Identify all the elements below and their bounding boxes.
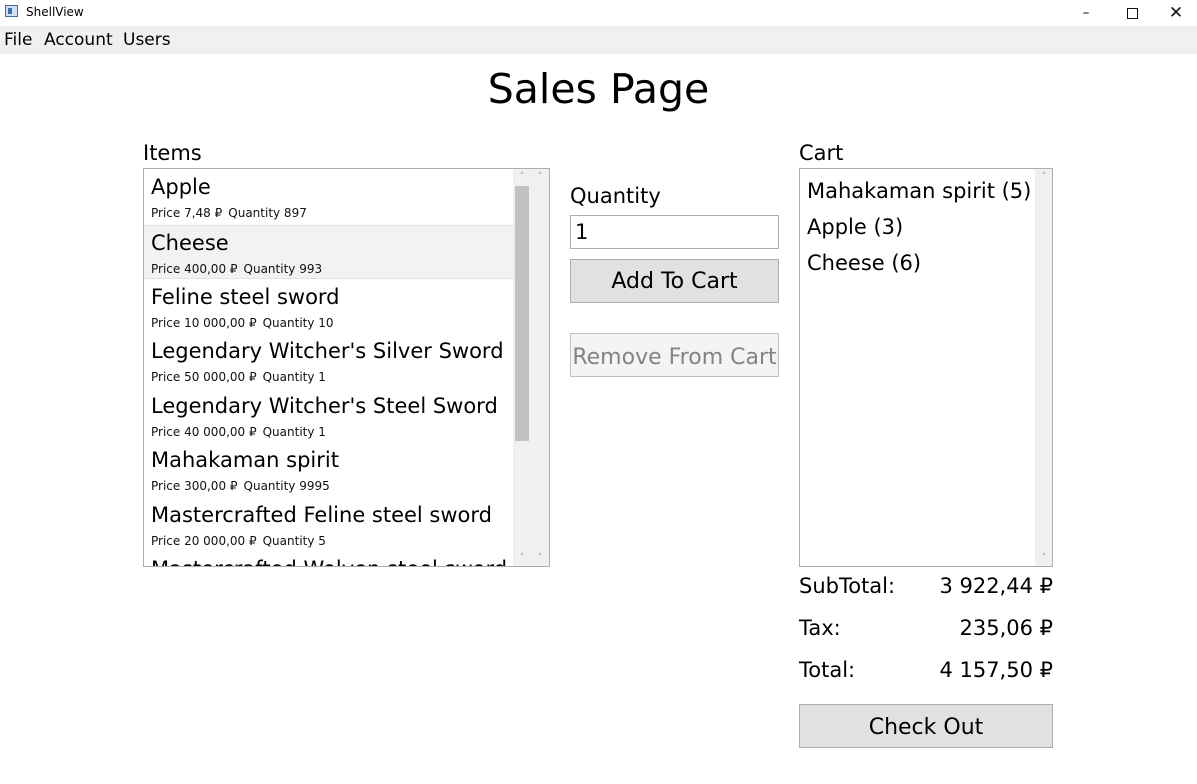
item-price: Price 7,48 ₽ xyxy=(151,206,223,220)
item-price: Price 300,00 ₽ xyxy=(151,479,238,493)
list-item[interactable]: Feline steel sword Price 10 000,00 ₽ Quan… xyxy=(144,279,514,333)
scroll-down-arrow-icon[interactable]: ˅ xyxy=(531,550,549,566)
menu-users[interactable]: Users xyxy=(123,30,171,50)
subtotal-label: SubTotal: xyxy=(799,574,896,598)
item-info: Price 10 000,00 ₽ Quantity 10 xyxy=(151,316,340,330)
items-label: Items xyxy=(143,141,202,165)
item-quantity: Quantity 5 xyxy=(262,534,326,548)
cart-item[interactable]: Cheese (6) xyxy=(807,250,921,276)
close-icon: ✕ xyxy=(1168,3,1184,23)
item-info: Price 40 000,00 ₽ Quantity 1 xyxy=(151,425,332,439)
minimize-button[interactable]: – xyxy=(1063,0,1109,26)
check-out-button[interactable]: Check Out xyxy=(799,704,1053,748)
maximize-button[interactable] xyxy=(1109,0,1155,26)
list-item[interactable]: Mastercrafted Wolven steel sword xyxy=(144,551,514,566)
total-label: Total: xyxy=(799,658,856,682)
list-item-selected[interactable]: Cheese Price 400,00 ₽ Quantity 993 xyxy=(144,225,514,279)
items-list[interactable]: Apple Price 7,48 ₽ Quantity 897 Cheese Pr… xyxy=(143,168,550,567)
tax-value: 235,06 ₽ xyxy=(959,616,1053,640)
menu-file[interactable]: File xyxy=(4,30,32,50)
item-name: Legendary Witcher's Steel Sword xyxy=(151,394,498,418)
item-info: Price 7,48 ₽ Quantity 897 xyxy=(151,206,313,220)
menu-account[interactable]: Account xyxy=(44,30,113,50)
page-title: Sales Page xyxy=(487,65,710,113)
quantity-input[interactable]: 1 xyxy=(570,215,779,249)
item-name: Legendary Witcher's Silver Sword xyxy=(151,339,504,363)
tax-label: Tax: xyxy=(799,616,841,640)
item-name: Mastercrafted Feline steel sword xyxy=(151,503,492,527)
scroll-down-arrow-icon[interactable]: ˅ xyxy=(513,550,531,566)
cart-list[interactable]: Mahakaman spirit (5) Apple (3) Cheese (6… xyxy=(799,168,1053,567)
item-name: Mahakaman spirit xyxy=(151,448,339,472)
item-name: Feline steel sword xyxy=(151,285,340,309)
scroll-down-arrow-icon[interactable]: ˅ xyxy=(1035,550,1052,566)
item-name: Mastercrafted Wolven steel sword xyxy=(151,556,507,566)
scroll-thumb[interactable] xyxy=(515,186,529,441)
maximize-icon xyxy=(1126,7,1138,19)
cart-scrollbar[interactable]: ˄ ˅ xyxy=(1035,169,1052,566)
item-price: Price 400,00 ₽ xyxy=(151,262,238,276)
quantity-label: Quantity xyxy=(570,184,661,208)
subtotal-value: 3 922,44 ₽ xyxy=(939,574,1053,598)
add-to-cart-button[interactable]: Add To Cart xyxy=(570,259,779,303)
minimize-icon: – xyxy=(1082,5,1090,21)
item-info: Price 50 000,00 ₽ Quantity 1 xyxy=(151,370,332,384)
cart-item[interactable]: Mahakaman spirit (5) xyxy=(807,178,1031,204)
scroll-up-arrow-icon[interactable]: ˄ xyxy=(531,169,549,185)
item-info: Price 20 000,00 ₽ Quantity 5 xyxy=(151,534,332,548)
menu-bar xyxy=(0,26,1197,54)
window-title: ShellView xyxy=(26,5,84,19)
list-item[interactable]: Mastercrafted Feline steel sword Price 2… xyxy=(144,497,514,551)
app-icon xyxy=(5,5,18,17)
item-quantity: Quantity 993 xyxy=(243,262,323,276)
list-item[interactable]: Legendary Witcher's Steel Sword Price 40… xyxy=(144,388,514,442)
remove-from-cart-button[interactable]: Remove From Cart xyxy=(570,333,779,377)
title-bar xyxy=(0,0,1197,26)
item-quantity: Quantity 1 xyxy=(262,370,326,384)
item-price: Price 40 000,00 ₽ xyxy=(151,425,257,439)
item-quantity: Quantity 9995 xyxy=(243,479,330,493)
total-value: 4 157,50 ₽ xyxy=(939,658,1053,682)
cart-label: Cart xyxy=(799,141,844,165)
items-outer-scrollbar[interactable]: ˄ ˅ xyxy=(531,169,549,566)
item-quantity: Quantity 10 xyxy=(262,316,334,330)
scroll-up-arrow-icon[interactable]: ˄ xyxy=(1035,169,1052,185)
item-info: Price 300,00 ₽ Quantity 9995 xyxy=(151,479,336,493)
list-item[interactable]: Apple Price 7,48 ₽ Quantity 897 xyxy=(144,169,514,223)
scroll-up-arrow-icon[interactable]: ˄ xyxy=(513,169,531,185)
item-price: Price 20 000,00 ₽ xyxy=(151,534,257,548)
list-item[interactable]: Mahakaman spirit Price 300,00 ₽ Quantity … xyxy=(144,442,514,496)
item-name: Apple xyxy=(151,175,211,199)
cart-item[interactable]: Apple (3) xyxy=(807,214,903,240)
item-quantity: Quantity 1 xyxy=(262,425,326,439)
item-name: Cheese xyxy=(151,231,229,255)
item-price: Price 50 000,00 ₽ xyxy=(151,370,257,384)
list-item[interactable]: Legendary Witcher's Silver Sword Price 5… xyxy=(144,333,514,387)
items-inner-scrollbar[interactable]: ˄ ˅ xyxy=(513,169,531,566)
item-quantity: Quantity 897 xyxy=(228,206,307,220)
item-info: Price 400,00 ₽ Quantity 993 xyxy=(151,262,328,276)
item-price: Price 10 000,00 ₽ xyxy=(151,316,257,330)
close-button[interactable]: ✕ xyxy=(1153,0,1197,26)
